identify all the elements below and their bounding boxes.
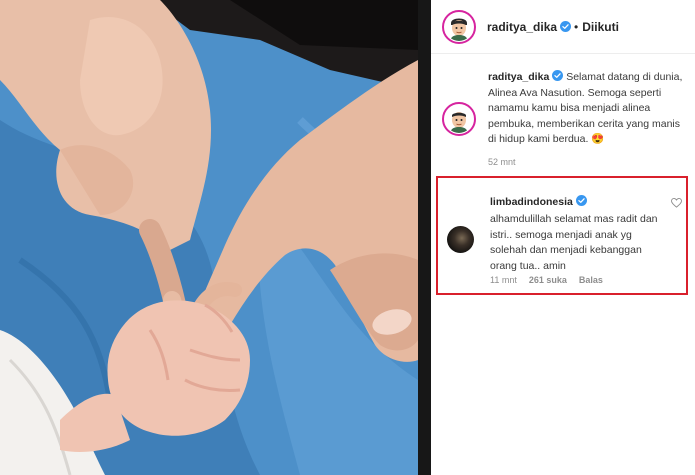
post-caption: raditya_dika Selamat datang di dunia, Al…	[431, 54, 695, 148]
verified-badge-icon	[552, 70, 564, 81]
caption-timestamp[interactable]: 52 mnt	[488, 157, 695, 167]
cartoon-face-icon	[445, 12, 473, 41]
comment-meta: 11 mnt 261 suka Balas	[490, 275, 603, 285]
post-side-panel: raditya_dika • Diikuti raditya_dika Sela…	[431, 0, 695, 475]
reply-button[interactable]: Balas	[579, 275, 603, 285]
comment-timestamp[interactable]: 11 mnt	[490, 275, 517, 285]
heart-icon[interactable]	[671, 198, 682, 208]
comment-text: alhamdulillah selamat mas radit dan istr…	[490, 213, 658, 272]
separator-dot: •	[574, 19, 579, 34]
cartoon-face-icon	[445, 105, 473, 133]
author-avatar[interactable]	[442, 9, 476, 44]
verified-badge-icon	[560, 21, 572, 32]
follow-status-button[interactable]: Diikuti	[582, 20, 619, 34]
caption-author-avatar[interactable]	[442, 102, 476, 136]
author-username[interactable]: raditya_dika	[487, 20, 557, 34]
commenter-username-row: limbadindonesia	[490, 195, 587, 208]
commenter-avatar[interactable]	[447, 226, 474, 253]
post-photo[interactable]	[0, 0, 418, 475]
comment-likes[interactable]: 261 suka	[529, 275, 567, 285]
panel-divider	[418, 0, 431, 475]
photo-illustration	[0, 0, 418, 475]
caption-username[interactable]: raditya_dika	[488, 71, 549, 83]
highlighted-comment-box: limbadindonesia alhamdulillah selamat ma…	[436, 176, 688, 295]
verified-badge-icon	[575, 195, 587, 206]
commenter-username[interactable]: limbadindonesia	[490, 196, 573, 208]
caption-text-block: raditya_dika Selamat datang di dunia, Al…	[488, 70, 685, 148]
post-header: raditya_dika • Diikuti	[431, 0, 695, 54]
